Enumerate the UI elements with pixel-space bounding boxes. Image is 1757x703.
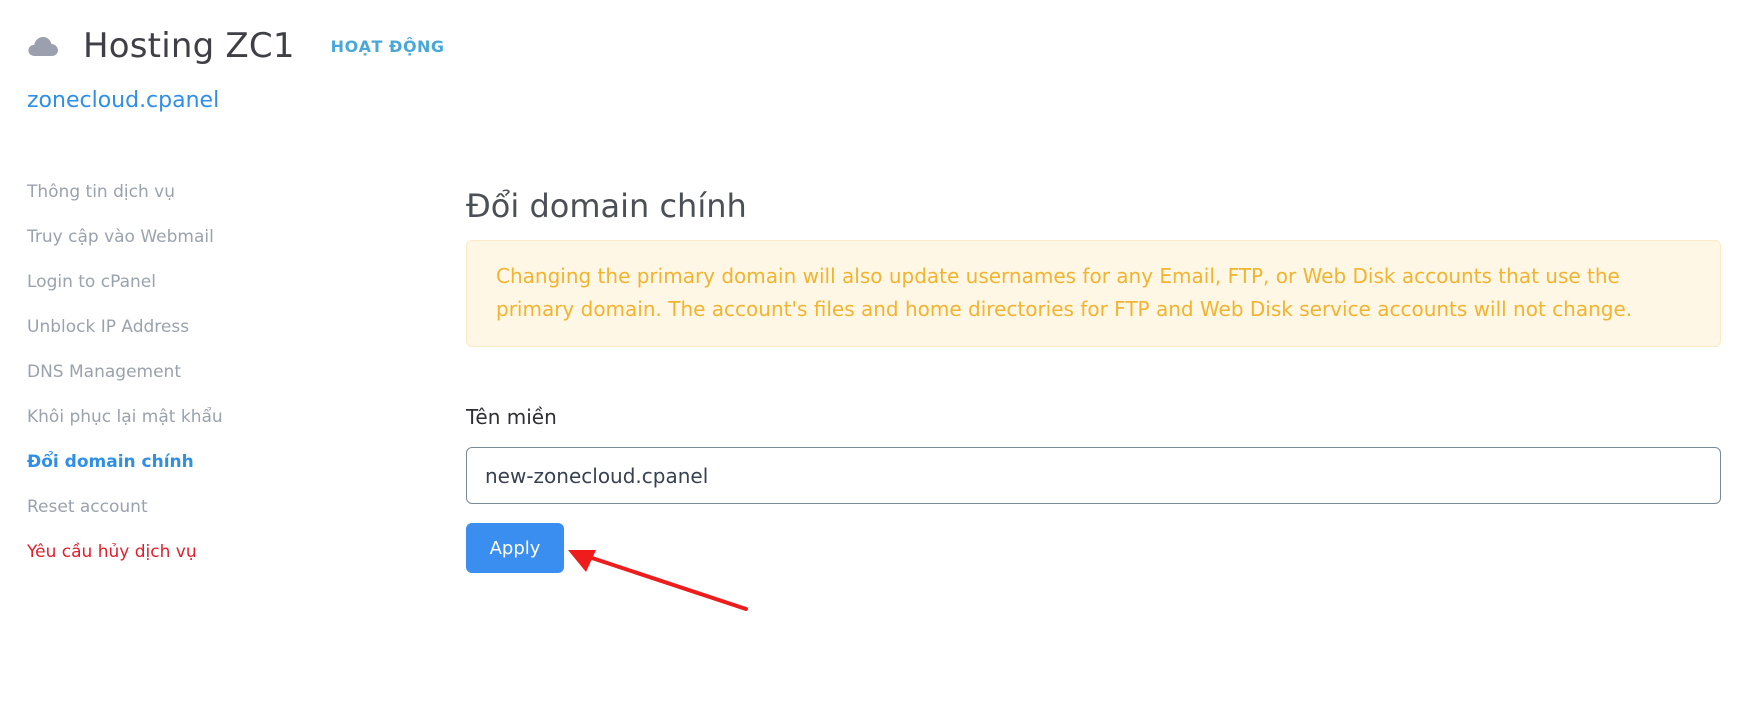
service-header: Hosting ZC1 HOẠT ĐỘNG bbox=[27, 24, 445, 68]
page-title: Đổi domain chính bbox=[466, 187, 747, 225]
sidebar-item-cancel-service[interactable]: Yêu cầu hủy dịch vụ bbox=[27, 538, 387, 583]
sidebar-item-service-info[interactable]: Thông tin dịch vụ bbox=[27, 178, 387, 223]
cloud-icon bbox=[28, 37, 58, 56]
main-content: Đổi domain chính Changing the primary do… bbox=[466, 182, 1721, 573]
sidebar-item-unblock-ip[interactable]: Unblock IP Address bbox=[27, 313, 387, 358]
sidebar-menu: Thông tin dịch vụ Truy cập vào Webmail L… bbox=[27, 178, 387, 583]
sidebar-item-reset-password[interactable]: Khôi phục lại mật khẩu bbox=[27, 403, 387, 448]
sidebar-item-dns-management[interactable]: DNS Management bbox=[27, 358, 387, 403]
account-domain-link[interactable]: zonecloud.cpanel bbox=[27, 88, 219, 113]
sidebar-item-change-domain[interactable]: Đổi domain chính bbox=[27, 448, 387, 493]
service-title: Hosting ZC1 bbox=[83, 26, 295, 66]
status-badge: HOẠT ĐỘNG bbox=[330, 36, 445, 56]
apply-button[interactable]: Apply bbox=[466, 523, 564, 573]
sidebar-item-reset-account[interactable]: Reset account bbox=[27, 493, 387, 538]
domain-field-label: Tên miền bbox=[466, 405, 557, 429]
sidebar-item-login-cpanel[interactable]: Login to cPanel bbox=[27, 268, 387, 313]
annotation-arrow bbox=[568, 550, 748, 611]
domain-input[interactable] bbox=[466, 447, 1721, 504]
warning-alert: Changing the primary domain will also up… bbox=[466, 240, 1721, 347]
sidebar-item-webmail[interactable]: Truy cập vào Webmail bbox=[27, 223, 387, 268]
